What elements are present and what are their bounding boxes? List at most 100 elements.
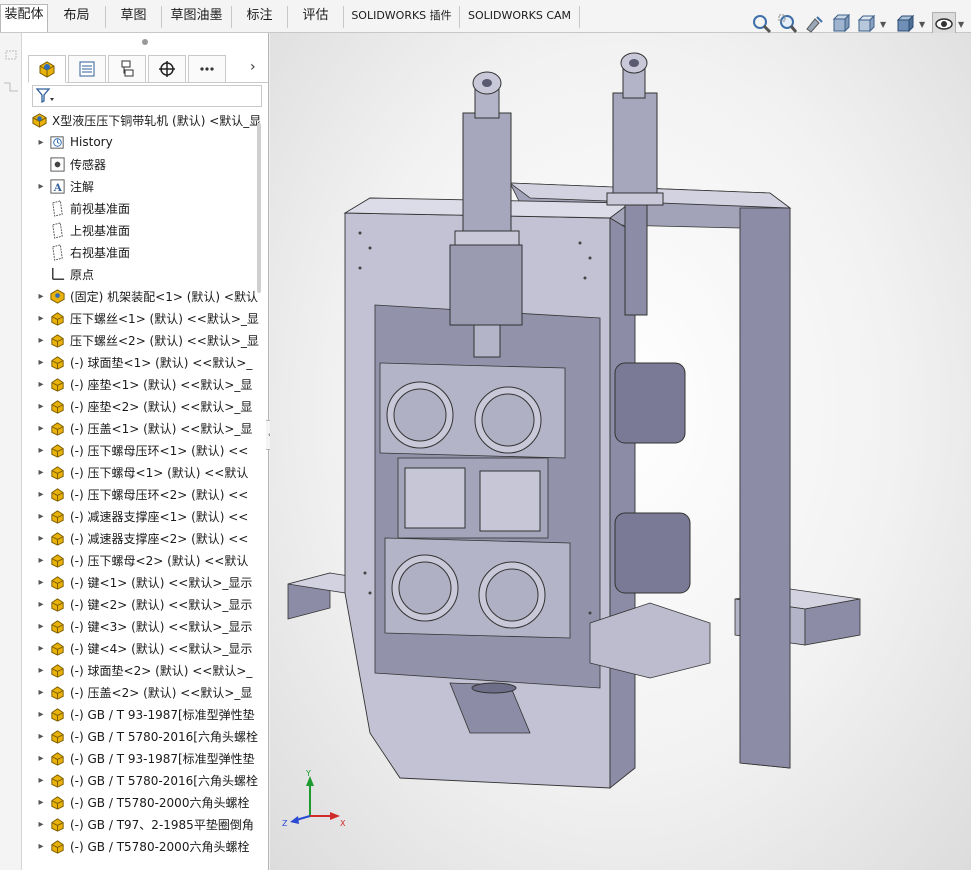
tab-layout[interactable]: 布局 xyxy=(48,6,106,28)
chevron-down-icon[interactable]: ▼ xyxy=(958,20,964,29)
middle-bearing-housing xyxy=(397,457,549,539)
filter-field[interactable] xyxy=(32,85,262,107)
tree-item[interactable]: ▸ (-) 压下螺母<1> (默认) <<默认 xyxy=(34,461,248,483)
expand-arrow-icon[interactable]: ▸ xyxy=(34,621,48,632)
configuration-manager-tab[interactable] xyxy=(108,55,146,83)
tree-item[interactable]: ▸ (-) 键<2> (默认) <<默认>_显示 xyxy=(34,593,252,615)
tree-item[interactable]: ▸ (-) GB / T 5780-2016[六角头螺栓 xyxy=(34,725,257,747)
tree-item[interactable]: ▸ (-) 座垫<1> (默认) <<默认>_显 xyxy=(34,373,252,395)
chevron-right-icon[interactable]: › xyxy=(250,59,256,75)
expand-arrow-icon[interactable]: ▸ xyxy=(34,731,48,742)
tree-item[interactable]: 原点 xyxy=(34,263,94,285)
part-icon xyxy=(48,837,66,855)
tab-sketch[interactable]: 草图 xyxy=(106,6,162,28)
tree-item[interactable]: 传感器 xyxy=(34,153,106,175)
expand-arrow-icon[interactable]: ▸ xyxy=(34,445,48,456)
tree-scrollbar[interactable] xyxy=(257,123,261,293)
tree-item[interactable]: ▸ A 注解 xyxy=(34,175,94,197)
expand-arrow-icon[interactable]: ▸ xyxy=(34,819,48,830)
tree-item[interactable]: 右视基准面 xyxy=(34,241,130,263)
tab-markup[interactable]: 标注 xyxy=(232,6,288,28)
expand-arrow-icon[interactable]: ▸ xyxy=(34,379,48,390)
tree-item[interactable]: 前视基准面 xyxy=(34,197,130,219)
part-icon xyxy=(48,573,66,591)
expand-arrow-icon[interactable]: ▸ xyxy=(34,555,48,566)
expand-arrow-icon[interactable]: ▸ xyxy=(34,401,48,412)
part-icon xyxy=(48,771,66,789)
expand-arrow-icon[interactable]: ▸ xyxy=(34,137,48,148)
configuration-manager-icon xyxy=(121,60,134,77)
more-tabs-icon xyxy=(200,67,214,71)
part-icon xyxy=(48,375,66,393)
tab-sketch-ink[interactable]: 草图油墨 xyxy=(162,6,232,28)
tree-root-label: X型液压压下铜带轧机 (默认) <默认_显 xyxy=(52,113,262,128)
tree-item[interactable]: ▸ (-) GB / T 93-1987[标准型弹性垫 xyxy=(34,747,255,769)
tree-item-label: 上视基准面 xyxy=(70,223,131,238)
tree-item[interactable]: ▸ (-) 减速器支撑座<1> (默认) << xyxy=(34,505,248,527)
feature-manager-tab[interactable] xyxy=(28,55,66,83)
expand-arrow-icon[interactable]: ▸ xyxy=(34,313,48,324)
expand-arrow-icon[interactable]: ▸ xyxy=(34,533,48,544)
expand-arrow-icon[interactable]: ▸ xyxy=(34,709,48,720)
tree-item[interactable]: ▸ (-) 键<3> (默认) <<默认>_显示 xyxy=(34,615,252,637)
property-manager-tab[interactable] xyxy=(68,55,106,83)
expand-arrow-icon[interactable]: ▸ xyxy=(34,335,48,346)
tree-item[interactable]: ▸ 压下螺丝<2> (默认) <<默认>_显 xyxy=(34,329,258,351)
tree-item[interactable]: ▸ (-) 压下螺母压环<1> (默认) << xyxy=(34,439,248,461)
tree-root-assembly[interactable]: X型液压压下铜带轧机 (默认) <默认_显 xyxy=(30,109,261,131)
expand-arrow-icon[interactable]: ▸ xyxy=(34,775,48,786)
tree-item[interactable]: ▸ (-) 球面垫<1> (默认) <<默认>_ xyxy=(34,351,252,373)
expand-arrow-icon[interactable]: ▸ xyxy=(34,687,48,698)
expand-arrow-icon[interactable]: ▸ xyxy=(34,423,48,434)
expand-arrow-icon[interactable]: ▸ xyxy=(34,291,48,302)
tree-item[interactable]: ▸ (-) GB / T5780-2000六角头螺栓 xyxy=(34,791,249,813)
tree-item[interactable]: ▸ (-) 压下螺母压环<2> (默认) << xyxy=(34,483,248,505)
expand-arrow-icon[interactable]: ▸ xyxy=(34,599,48,610)
tree-item[interactable]: ▸ (-) 座垫<2> (默认) <<默认>_显 xyxy=(34,395,252,417)
graphics-area[interactable]: Y X Z xyxy=(270,33,971,870)
expand-arrow-icon[interactable]: ▸ xyxy=(34,467,48,478)
tree-item[interactable]: ▸ (-) GB / T5780-2000六角头螺栓 xyxy=(34,835,249,857)
expand-arrow-icon[interactable]: ▸ xyxy=(34,665,48,676)
coordinate-triad: Y X Z xyxy=(282,769,346,828)
expand-arrow-icon[interactable]: ▸ xyxy=(34,577,48,588)
dimxpert-tab[interactable] xyxy=(148,55,186,83)
tree-item[interactable]: ▸ (-) 压盖<1> (默认) <<默认>_显 xyxy=(34,417,252,439)
tree-item-label: (-) 座垫<1> (默认) <<默认>_显 xyxy=(70,377,253,392)
expand-arrow-icon[interactable]: ▸ xyxy=(34,181,48,192)
tree-item-label: (-) 压下螺母<1> (默认) <<默认 xyxy=(70,465,249,480)
chevron-down-icon[interactable]: ▼ xyxy=(919,20,925,29)
tree-item[interactable]: ▸ 压下螺丝<1> (默认) <<默认>_显 xyxy=(34,307,258,329)
tree-item-label: (-) GB / T5780-2000六角头螺栓 xyxy=(70,839,250,854)
subassembly-icon xyxy=(48,287,66,305)
tab-evaluate[interactable]: 评估 xyxy=(288,6,344,28)
tree-item[interactable]: ▸ (-) 键<4> (默认) <<默认>_显示 xyxy=(34,637,252,659)
tree-item[interactable]: ▸ (-) 球面垫<2> (默认) <<默认>_ xyxy=(34,659,252,681)
panel-grip[interactable] xyxy=(142,39,148,45)
expand-arrow-icon[interactable]: ▸ xyxy=(34,841,48,852)
tree-item[interactable]: ▸ (-) 压下螺母<2> (默认) <<默认 xyxy=(34,549,248,571)
tree-item[interactable]: ▸ (-) GB / T 5780-2016[六角头螺栓 xyxy=(34,769,257,791)
expand-arrow-icon[interactable]: ▸ xyxy=(34,511,48,522)
lower-roll-chock xyxy=(384,537,571,639)
tree-item[interactable]: ▸ History xyxy=(34,131,113,153)
expand-arrow-icon[interactable]: ▸ xyxy=(34,643,48,654)
tree-item[interactable]: ▸ (-) 减速器支撑座<2> (默认) << xyxy=(34,527,248,549)
tab-assembly[interactable]: 装配体 xyxy=(0,4,48,32)
tree-item[interactable]: ▸ (-) GB / T97、2-1985平垫圈倒角 xyxy=(34,813,253,835)
tree-item[interactable]: ▸ (-) 压盖<2> (默认) <<默认>_显 xyxy=(34,681,252,703)
tab-solidworks-addins[interactable]: SOLIDWORKS 插件 xyxy=(344,6,460,28)
tree-item[interactable]: 上视基准面 xyxy=(34,219,130,241)
tree-item[interactable]: ▸ (-) 键<1> (默认) <<默认>_显示 xyxy=(34,571,252,593)
expand-arrow-icon[interactable]: ▸ xyxy=(34,489,48,500)
tree-item-label: (-) GB / T 93-1987[标准型弹性垫 xyxy=(70,751,255,766)
tab-solidworks-cam[interactable]: SOLIDWORKS CAM xyxy=(460,6,580,28)
expand-arrow-icon[interactable]: ▸ xyxy=(34,753,48,764)
expand-arrow-icon[interactable]: ▸ xyxy=(34,797,48,808)
expand-arrow-icon[interactable]: ▸ xyxy=(34,357,48,368)
tree-item[interactable]: ▸ (-) GB / T 93-1987[标准型弹性垫 xyxy=(34,703,254,725)
chevron-down-icon[interactable]: ▼ xyxy=(880,20,886,29)
tree-item-label: History xyxy=(70,135,113,149)
tree-item[interactable]: ▸ (固定) 机架装配<1> (默认) <默认 xyxy=(34,285,258,307)
more-tabs-tab[interactable] xyxy=(188,55,226,83)
